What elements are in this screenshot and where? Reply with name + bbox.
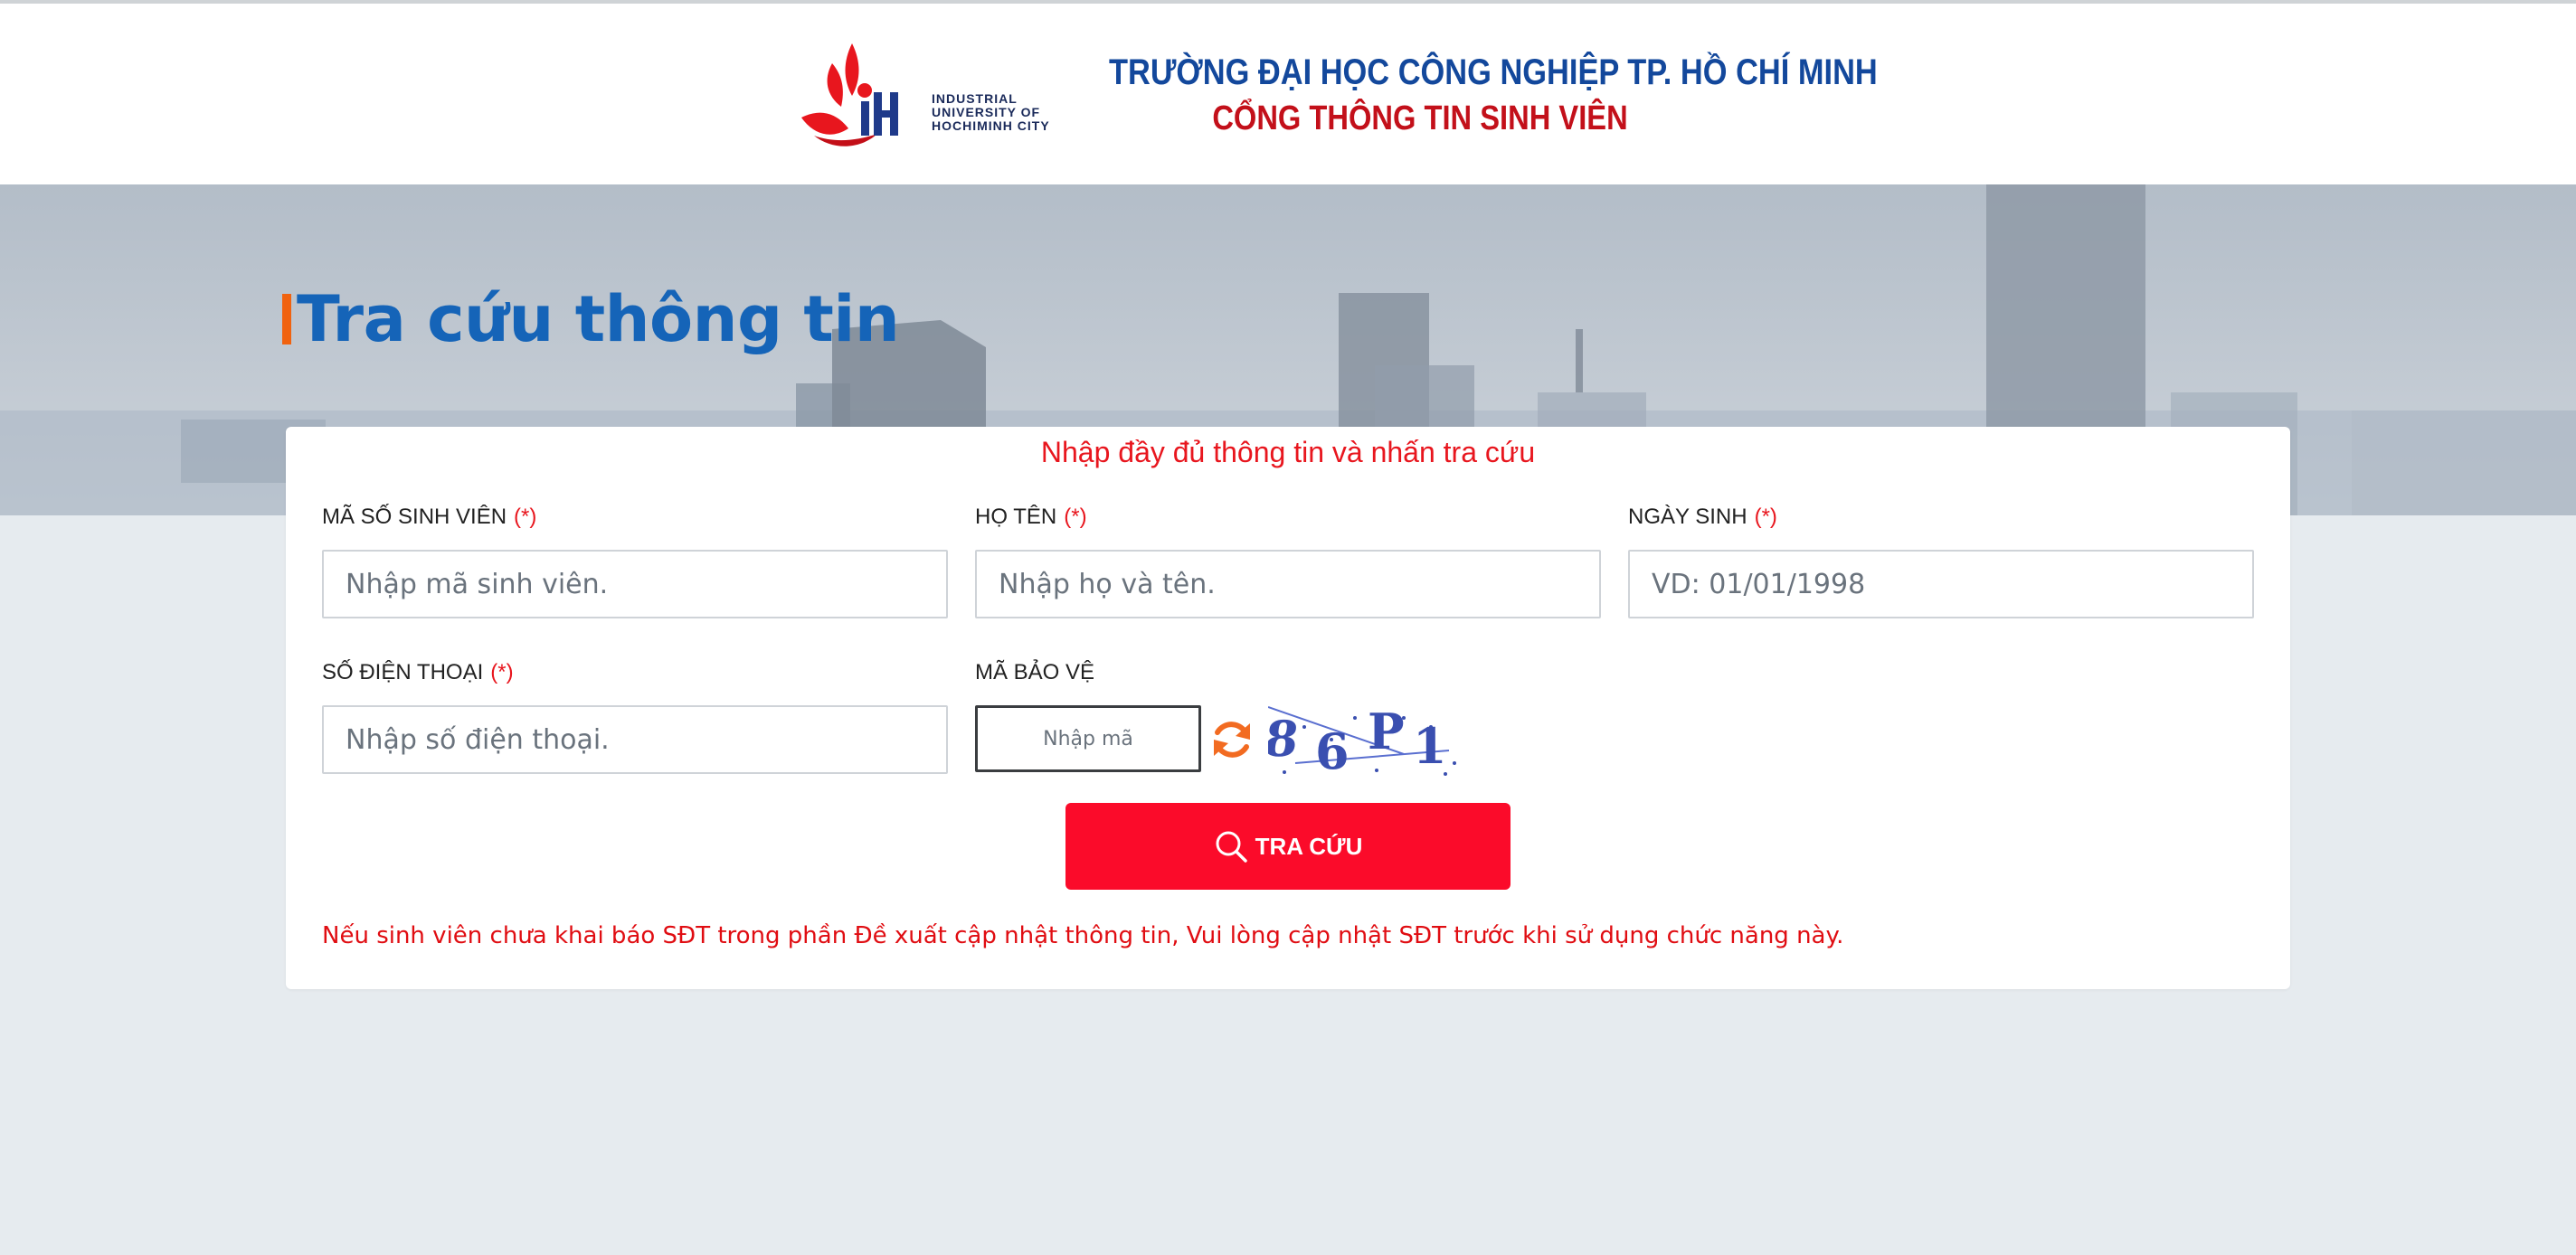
search-icon xyxy=(1216,831,1247,863)
required-mark: (*) xyxy=(514,505,537,529)
required-mark: (*) xyxy=(1064,505,1087,529)
page-title: Tra cứu thông tin xyxy=(282,282,900,356)
search-button[interactable]: TRA CỨU xyxy=(1065,803,1511,890)
logo-english-name: INDUSTRIAL UNIVERSITY OF HOCHIMINH CITY xyxy=(932,91,1050,133)
required-mark: (*) xyxy=(1754,505,1777,529)
phone-label: SỐ ĐIỆN THOẠI (*) xyxy=(322,660,514,684)
required-mark: (*) xyxy=(490,660,514,684)
captcha-input[interactable] xyxy=(975,705,1201,772)
captcha-char: 6 xyxy=(1315,722,1350,778)
birth-date-label: NGÀY SINH (*) xyxy=(1628,505,1777,529)
phone-input[interactable] xyxy=(322,705,948,774)
captcha-char: P xyxy=(1368,703,1405,760)
title-accent-bar xyxy=(282,294,291,344)
student-id-input[interactable] xyxy=(322,550,948,618)
captcha-char: 8 xyxy=(1268,710,1302,768)
student-id-label: MÃ SỐ SINH VIÊN (*) xyxy=(322,505,537,529)
captcha-image: 8 6 P 1 xyxy=(1268,703,1456,778)
refresh-captcha-icon[interactable] xyxy=(1208,716,1255,763)
portal-name: CỔNG THÔNG TIN SINH VIÊN xyxy=(1212,99,1628,137)
site-header: INDUSTRIAL UNIVERSITY OF HOCHIMINH CITY … xyxy=(0,4,2576,184)
full-name-label: HỌ TÊN (*) xyxy=(975,505,1087,529)
phone-update-note: Nếu sinh viên chưa khai báo SĐT trong ph… xyxy=(322,922,1844,949)
search-button-label: TRA CỨU xyxy=(1255,832,1363,860)
captcha-label: MÃ BẢO VỆ xyxy=(975,660,1095,684)
full-name-input[interactable] xyxy=(975,550,1601,618)
birth-date-input[interactable] xyxy=(1628,550,2254,618)
lookup-form-card: Nhập đầy đủ thông tin và nhấn tra cứu MÃ… xyxy=(286,427,2290,989)
university-logo[interactable]: INDUSTRIAL UNIVERSITY OF HOCHIMINH CITY … xyxy=(796,36,1878,154)
form-instruction: Nhập đầy đủ thông tin và nhấn tra cứu xyxy=(1040,436,1536,468)
iuh-lotus-logo-icon xyxy=(801,43,898,146)
school-name: TRƯỜNG ĐẠI HỌC CÔNG NGHIỆP TP. HỒ CHÍ MI… xyxy=(1109,52,1878,92)
page-title-text: Tra cứu thông tin xyxy=(297,282,900,356)
